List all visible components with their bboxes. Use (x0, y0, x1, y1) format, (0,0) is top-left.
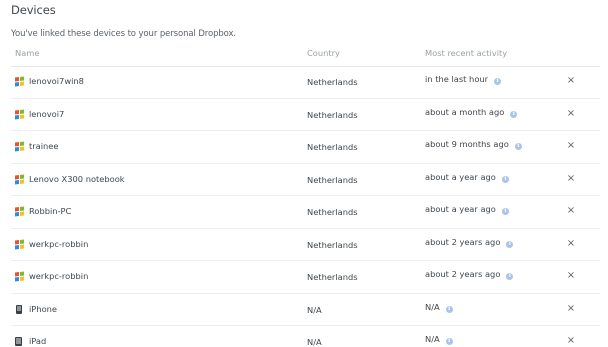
info-icon[interactable]: i (501, 175, 509, 183)
device-activity: about 2 years ago i (425, 236, 514, 248)
column-header-name: Name (15, 48, 40, 58)
remove-device-icon[interactable]: × (566, 303, 576, 315)
device-country: N/A (307, 304, 322, 315)
device-row: werkpc-robbin Netherlands about 2 years ag… (11, 229, 600, 261)
info-icon[interactable]: i (501, 208, 509, 215)
device-activity: N/A i (425, 302, 453, 313)
info-icon[interactable]: i (506, 240, 514, 248)
remove-device-icon[interactable]: × (566, 75, 576, 87)
column-header-activity: Most recent activity (425, 48, 508, 58)
device-activity-text: in the last hour (425, 74, 489, 84)
device-row: trainee Netherlands about 9 months ago i × (11, 131, 600, 164)
table-header: Name Country Most recent activity (11, 48, 600, 67)
remove-device-icon[interactable]: × (566, 335, 576, 347)
windows-icon (15, 239, 24, 249)
info-icon[interactable]: i (445, 305, 453, 313)
device-name: Lenovo X300 notebook (29, 173, 125, 184)
device-activity: about a year ago i (425, 204, 509, 215)
device-country: Netherlands (307, 207, 358, 217)
windows-icon (15, 109, 24, 119)
device-activity-text: about a month ago (425, 106, 505, 117)
windows-icon (15, 141, 24, 152)
device-row: lenovoi7win8 Netherlands in the last hour i… (11, 66, 600, 99)
device-activity-text: about a year ago (425, 171, 496, 182)
device-row: lenovoi7 Netherlands about a month ago i × (11, 99, 600, 131)
device-row: Robbin-PC Netherlands about a year ago i × (11, 196, 600, 229)
remove-device-icon[interactable]: × (566, 238, 576, 250)
device-activity-text: N/A (425, 301, 440, 312)
device-activity-text: about a year ago (425, 204, 496, 214)
info-icon[interactable]: i (445, 338, 453, 345)
device-activity-text: about 9 months ago (425, 139, 509, 149)
phone-icon (15, 304, 24, 314)
device-name: Robbin-PC (29, 206, 72, 216)
windows-icon (15, 174, 24, 184)
device-activity: about 9 months ago i (425, 139, 522, 150)
device-country: Netherlands (307, 77, 358, 87)
windows-icon (15, 271, 24, 282)
device-activity: about a year ago i (425, 172, 509, 183)
device-name: trainee (29, 141, 59, 151)
info-icon[interactable]: i (506, 273, 514, 280)
page-title: Devices (11, 3, 56, 17)
remove-device-icon[interactable]: × (566, 205, 576, 217)
device-country: Netherlands (307, 142, 358, 152)
device-row: Lenovo X300 notebook Netherlands about a y… (11, 164, 600, 196)
device-activity-text: N/A (425, 334, 440, 344)
device-name: lenovoi7 (29, 108, 65, 119)
page-subtitle: You've linked these devices to your pers… (11, 29, 237, 39)
devices-table-body: lenovoi7win8 Netherlands in the last hour i… (11, 66, 600, 347)
device-country: Netherlands (307, 109, 358, 120)
remove-device-icon[interactable]: × (566, 108, 576, 120)
device-activity: in the last hour i (425, 74, 502, 85)
device-row: iPad N/A N/A i × (11, 326, 600, 347)
device-activity: about a month ago i (425, 106, 518, 118)
device-name: werkpc-robbin (29, 238, 89, 249)
device-name: iPad (29, 336, 47, 346)
devices-page: Devices You've linked these devices to y… (0, 0, 608, 347)
device-name: iPhone (29, 303, 58, 314)
tablet-icon (15, 337, 24, 346)
device-country: Netherlands (307, 239, 358, 250)
info-icon[interactable]: i (514, 143, 522, 150)
device-activity: about 2 years ago i (425, 269, 514, 280)
device-activity-text: about 2 years ago (425, 236, 501, 247)
info-icon[interactable]: i (510, 110, 518, 118)
device-name: werkpc-robbin (29, 271, 89, 281)
device-country: N/A (307, 337, 322, 347)
device-country: Netherlands (307, 272, 358, 282)
windows-icon (15, 76, 24, 87)
windows-icon (15, 206, 24, 217)
device-name: lenovoi7win8 (29, 76, 84, 86)
device-row: iPhone N/A N/A i × (11, 294, 600, 326)
device-activity: N/A i (425, 334, 453, 345)
device-country: Netherlands (307, 174, 358, 185)
device-activity-text: about 2 years ago (425, 269, 501, 279)
remove-device-icon[interactable]: × (566, 140, 576, 152)
remove-device-icon[interactable]: × (566, 270, 576, 282)
info-icon[interactable]: i (494, 78, 502, 85)
remove-device-icon[interactable]: × (566, 173, 576, 185)
column-header-country: Country (307, 48, 340, 58)
device-row: werkpc-robbin Netherlands about 2 years ag… (11, 261, 600, 294)
